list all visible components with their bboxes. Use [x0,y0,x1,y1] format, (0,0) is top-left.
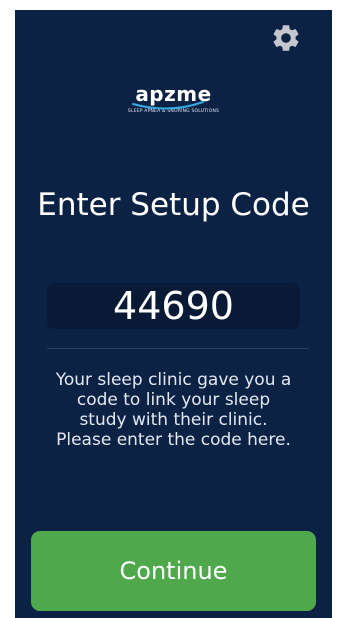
gear-icon [273,25,299,51]
instructions-text: Your sleep clinic gave you a code to lin… [55,370,292,450]
page-title: Enter Setup Code [37,187,310,223]
settings-button[interactable] [270,22,302,54]
apzme-logo: apzme SLEEP APNEA & SNORING SOLUTIONS [15,82,332,114]
logo-swoosh-icon [132,101,205,110]
setup-screen: apzme SLEEP APNEA & SNORING SOLUTIONS En… [15,10,332,618]
continue-button[interactable]: Continue [31,531,316,611]
divider [47,348,309,349]
logo-wordmark: apzme [132,82,211,110]
setup-code-input[interactable]: 44690 [47,283,300,329]
